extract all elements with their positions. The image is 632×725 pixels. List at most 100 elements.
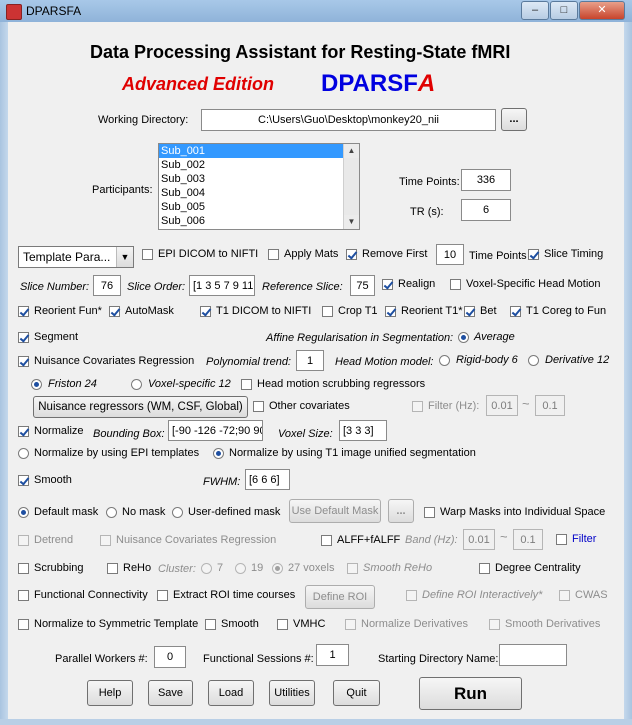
remove-first-checkbox[interactable] xyxy=(346,249,357,260)
working-directory-browse-button[interactable]: ... xyxy=(501,108,527,131)
normalize-epi-radio[interactable] xyxy=(18,448,29,459)
symmetric-smooth-checkbox[interactable] xyxy=(205,619,216,630)
minimize-button[interactable]: – xyxy=(521,1,549,20)
voxel-specific-12-radio[interactable] xyxy=(131,379,142,390)
smooth-checkbox[interactable] xyxy=(18,475,29,486)
average-radio[interactable] xyxy=(458,332,469,343)
user-defined-mask-radio[interactable] xyxy=(172,507,183,518)
t1-coreg-checkbox[interactable] xyxy=(510,306,521,317)
title-bar[interactable]: DPARSFA – □ ✕ xyxy=(0,0,632,23)
fwhm-input[interactable]: [6 6 6] xyxy=(245,469,290,490)
t1-dicom-checkbox[interactable] xyxy=(200,306,211,317)
warp-masks-checkbox[interactable] xyxy=(424,507,435,518)
voxel-head-motion-checkbox[interactable] xyxy=(450,279,461,290)
normalize-symmetric-checkbox[interactable] xyxy=(18,619,29,630)
filter-checkbox[interactable] xyxy=(556,534,567,545)
load-button[interactable]: Load xyxy=(208,680,254,706)
reho-checkbox[interactable] xyxy=(107,563,118,574)
slice-order-input[interactable]: [1 3 5 7 9 11 xyxy=(189,275,255,296)
other-covariates-checkbox[interactable] xyxy=(253,401,264,412)
mask-browse-button[interactable]: ... xyxy=(388,499,414,523)
list-item[interactable]: Sub_005 xyxy=(159,200,359,214)
cluster-7-radio[interactable] xyxy=(201,563,212,574)
normalize-t1-radio[interactable] xyxy=(213,448,224,459)
cwas-checkbox[interactable] xyxy=(559,590,570,601)
nuisance-filter-checkbox[interactable] xyxy=(412,401,423,412)
define-roi-button[interactable]: Define ROI xyxy=(305,585,375,609)
template-parameters-select[interactable]: Template Para... ▼ xyxy=(18,246,134,268)
participants-scrollbar[interactable]: ▲ ▼ xyxy=(343,144,359,229)
crop-t1-checkbox[interactable] xyxy=(322,306,333,317)
utilities-button[interactable]: Utilities xyxy=(269,680,315,706)
rigid-body-6-radio[interactable] xyxy=(439,355,450,366)
derivative-12-radio[interactable] xyxy=(528,355,539,366)
reference-slice-input[interactable]: 75 xyxy=(350,275,375,296)
help-button[interactable]: Help xyxy=(87,680,133,706)
normalize-derivatives-checkbox[interactable] xyxy=(345,619,356,630)
bet-checkbox[interactable] xyxy=(464,306,475,317)
bounding-box-input[interactable]: [-90 -126 -72;90 90 xyxy=(168,420,263,441)
friston-24-radio[interactable] xyxy=(31,379,42,390)
apply-mats-checkbox[interactable] xyxy=(268,249,279,260)
realign-checkbox[interactable] xyxy=(382,279,393,290)
close-button[interactable]: ✕ xyxy=(579,1,625,20)
nuisance-regressors-button[interactable]: Nuisance regressors (WM, CSF, Global) xyxy=(33,396,248,418)
maximize-button[interactable]: □ xyxy=(550,1,578,20)
time-points-input[interactable]: 336 xyxy=(461,169,511,191)
quit-button[interactable]: Quit xyxy=(333,680,380,706)
list-item[interactable]: Sub_003 xyxy=(159,172,359,186)
participants-list[interactable]: Sub_001 Sub_002 Sub_003 Sub_004 Sub_005 … xyxy=(158,143,360,230)
voxel-size-input[interactable]: [3 3 3] xyxy=(339,420,387,441)
degree-centrality-checkbox[interactable] xyxy=(479,563,490,574)
cluster-27-radio[interactable] xyxy=(272,563,283,574)
remove-first-input[interactable]: 10 xyxy=(436,244,464,265)
band-low-input[interactable]: 0.01 xyxy=(463,529,495,550)
parallel-workers-input[interactable]: 0 xyxy=(154,646,186,668)
define-roi-interactive-checkbox[interactable] xyxy=(406,590,417,601)
default-mask-radio[interactable] xyxy=(18,507,29,518)
starting-directory-input[interactable] xyxy=(499,644,567,666)
t1-dicom-label: T1 DICOM to NIFTI xyxy=(216,305,312,317)
working-directory-input[interactable]: C:\Users\Guo\Desktop\monkey20_nii xyxy=(201,109,496,131)
save-button[interactable]: Save xyxy=(148,680,193,706)
normalize-checkbox[interactable] xyxy=(18,426,29,437)
scroll-down-icon[interactable]: ▼ xyxy=(344,215,359,229)
nuisance-regression-checkbox[interactable] xyxy=(18,356,29,367)
list-item[interactable]: Sub_006 xyxy=(159,214,359,228)
list-item[interactable]: Sub_001 xyxy=(159,144,359,158)
scrubbing-regressors-checkbox[interactable] xyxy=(241,379,252,390)
tr-input[interactable]: 6 xyxy=(461,199,511,221)
warp-masks-label: Warp Masks into Individual Space xyxy=(440,506,606,518)
run-button[interactable]: Run xyxy=(419,677,522,710)
smooth-derivatives-checkbox[interactable] xyxy=(489,619,500,630)
nuisance-regression-2-checkbox[interactable] xyxy=(100,535,111,546)
nuisance-filter-low-input[interactable]: 0.01 xyxy=(486,395,518,416)
detrend-checkbox[interactable] xyxy=(18,535,29,546)
slice-timing-checkbox[interactable] xyxy=(528,249,539,260)
alff-checkbox[interactable] xyxy=(321,535,332,546)
scrubbing-checkbox[interactable] xyxy=(18,563,29,574)
functional-sessions-input[interactable]: 1 xyxy=(316,644,349,666)
no-mask-radio[interactable] xyxy=(106,507,117,518)
nuisance-filter-high-input[interactable]: 0.1 xyxy=(535,395,565,416)
brand-suffix: A xyxy=(417,70,436,97)
cluster-19-radio[interactable] xyxy=(235,563,246,574)
polynomial-trend-input[interactable]: 1 xyxy=(296,350,324,371)
smooth-reho-checkbox[interactable] xyxy=(347,563,358,574)
slice-number-input[interactable]: 76 xyxy=(93,275,121,296)
segment-checkbox[interactable] xyxy=(18,332,29,343)
functional-connectivity-checkbox[interactable] xyxy=(18,590,29,601)
extract-roi-checkbox[interactable] xyxy=(157,590,168,601)
chevron-down-icon[interactable]: ▼ xyxy=(116,247,133,267)
band-high-input[interactable]: 0.1 xyxy=(513,529,543,550)
vmhc-checkbox[interactable] xyxy=(277,619,288,630)
reorient-t1-checkbox[interactable] xyxy=(385,306,396,317)
epi-dicom-checkbox[interactable] xyxy=(142,249,153,260)
list-item[interactable]: Sub_004 xyxy=(159,186,359,200)
use-default-mask-button[interactable]: Use Default Mask xyxy=(289,499,381,523)
scroll-up-icon[interactable]: ▲ xyxy=(344,144,359,158)
reorient-fun-checkbox[interactable] xyxy=(18,306,29,317)
automask-checkbox[interactable] xyxy=(109,306,120,317)
other-covariates-label: Other covariates xyxy=(269,400,350,412)
list-item[interactable]: Sub_002 xyxy=(159,158,359,172)
